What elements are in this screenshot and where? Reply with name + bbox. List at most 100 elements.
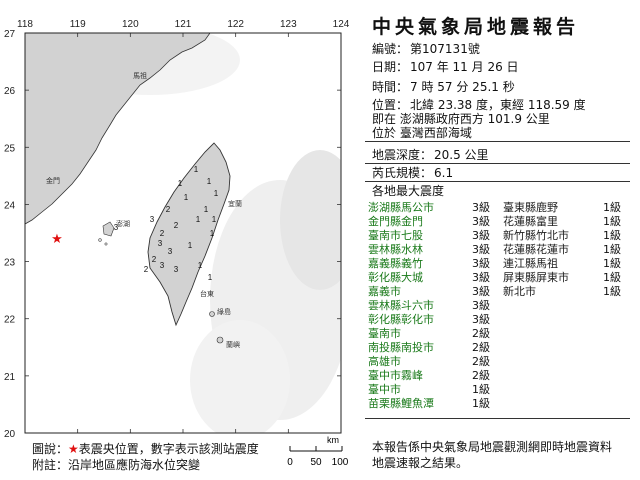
station-name: 臺中市 (368, 383, 401, 396)
time-label: 時間： (372, 80, 409, 94)
legend-star-icon: ★ (68, 442, 79, 456)
station-level: 3級 (472, 229, 490, 242)
number-value: 第107131號 (410, 42, 480, 56)
legend-line-2: 附註：沿岸地區應防海水位突變 (32, 456, 200, 473)
orchid-island (216, 336, 224, 344)
place-label: 馬祖 (133, 71, 147, 80)
scale-bar: km 0 50 100 (287, 435, 349, 468)
station-level-marker: 1 (210, 229, 215, 238)
station-level: 1級 (603, 243, 621, 256)
place-label: 綠島 (217, 307, 231, 316)
scale-unit: km (327, 435, 339, 445)
lat-tick-label: 22 (4, 315, 16, 326)
table-row: 臺中市霧峰 2級 (368, 369, 490, 383)
ocean-relief (280, 150, 341, 290)
station-level: 3級 (472, 285, 490, 298)
station-level-marker: 1 (204, 205, 209, 214)
divider (365, 163, 630, 164)
station-level: 1級 (603, 229, 621, 242)
table-row: 金門縣金門 3級 (368, 215, 490, 229)
table-row: 嘉義縣義竹 3級 (368, 257, 490, 271)
station-level: 1級 (603, 257, 621, 270)
station-level: 2級 (472, 341, 490, 354)
station-name: 雲林縣水林 (368, 243, 423, 256)
earthquake-map: 118 119 120 121 122 123 1242726252423222120 11… (4, 19, 350, 468)
station-level-marker: 3 (174, 265, 179, 274)
station-name: 連江縣馬祖 (503, 257, 558, 270)
table-row: 新竹縣竹北市 1級 (503, 229, 621, 243)
station-level-marker: 1 (207, 177, 212, 186)
lon-tick-label: 119 (70, 19, 86, 30)
ocean-relief (190, 320, 290, 433)
magnitude-label: 芮氏規模： (372, 166, 433, 180)
legend-note: 附註：沿岸地區應防海水位突變 (32, 458, 201, 472)
station-level-marker: 1 (208, 273, 213, 282)
green-island (209, 311, 215, 317)
station-level-marker: 3 (168, 247, 173, 256)
station-level: 1級 (603, 201, 621, 214)
table-row: 彰化縣彰化市 3級 (368, 313, 490, 327)
lon-tick-label: 120 (122, 19, 139, 30)
lat-tick-label: 25 (4, 143, 16, 154)
lon-tick-label: 122 (227, 19, 244, 30)
table-row: 臺南市七股 3級 (368, 229, 490, 243)
station-level: 3級 (472, 215, 490, 228)
station-level: 3級 (472, 299, 490, 312)
station-name: 屏東縣屏東市 (503, 271, 569, 284)
station-level-marker: 3 (158, 239, 163, 248)
station-name: 彰化縣彰化市 (368, 313, 434, 326)
date-label: 日期： (372, 60, 409, 74)
legend-text: 表震央位置，數字表示該測站震度 (78, 442, 259, 456)
station-name: 雲林縣斗六市 (368, 299, 434, 312)
station-level-marker: 1 (188, 241, 193, 250)
right-station-list: 臺東縣鹿野 1級 花蓮縣富里 1級 新竹縣竹北市 1級 花蓮縣花蓮市 1級 連江縣馬祖 1… (503, 201, 621, 299)
station-level-marker: 1 (214, 189, 219, 198)
scale-tick-label: 0 (287, 457, 293, 468)
table-row: 彰化縣大城 3級 (368, 271, 490, 285)
station-name: 臺南市七股 (368, 229, 423, 242)
report-time: 時間： 7 時 57 分 25.1 秒 (372, 80, 515, 94)
station-level-marker: 1 (194, 165, 199, 174)
position-label: 位置： (372, 98, 409, 112)
table-row: 花蓮縣富里 1級 (503, 215, 621, 229)
station-name: 花蓮縣富里 (503, 215, 558, 228)
station-name: 花蓮縣花蓮市 (503, 243, 569, 256)
station-level: 3級 (472, 201, 490, 214)
time-value: 7 時 57 分 25.1 秒 (410, 80, 515, 94)
station-level-marker: 1 (212, 215, 217, 224)
lat-tick-label: 27 (4, 29, 16, 40)
station-name: 高雄市 (368, 355, 401, 368)
epicenter-star-icon: ★ (51, 232, 63, 247)
lon-tick-label: 118 (17, 19, 33, 30)
station-level: 1級 (472, 383, 490, 396)
station-name: 新竹縣竹北市 (503, 229, 569, 242)
station-level-marker: 2 (166, 205, 171, 214)
table-row: 高雄市 2級 (368, 355, 490, 369)
lat-tick-label: 23 (4, 258, 16, 269)
station-level: 2級 (472, 327, 490, 340)
report-date: 日期： 107 年 11 月 26 日 (372, 60, 519, 74)
station-level-marker: 1 (196, 215, 201, 224)
table-row: 臺東縣鹿野 1級 (503, 201, 621, 215)
table-row: 花蓮縣花蓮市 1級 (503, 243, 621, 257)
divider (365, 141, 630, 142)
station-level: 3級 (472, 257, 490, 270)
table-row: 嘉義市 3級 (368, 285, 490, 299)
report-note-2: 地震速報之結果。 (372, 456, 469, 470)
table-row: 南投縣南投市 2級 (368, 341, 490, 355)
table-row: 連江縣馬祖 1級 (503, 257, 621, 271)
table-row: 臺中市 1級 (368, 383, 490, 397)
scale-tick-label: 50 (310, 457, 322, 468)
station-name: 金門縣金門 (368, 215, 423, 228)
station-name: 嘉義市 (368, 285, 401, 298)
lat-tick-label: 20 (4, 429, 16, 440)
station-level-marker: 1 (184, 193, 189, 202)
station-name: 澎湖縣馬公市 (368, 201, 434, 214)
lon-tick-label: 121 (175, 19, 192, 30)
station-level-marker: 1 (178, 179, 183, 188)
station-level: 1級 (603, 285, 621, 298)
report-located: 即在 澎湖縣政府西方 101.9 公里 (372, 112, 550, 126)
report-position: 位置： 北緯 23.38 度，東經 118.59 度 (372, 98, 586, 112)
legend-line-1: 圖說：★表震央位置，數字表示該測站震度 (32, 440, 259, 457)
lat-tick-label: 26 (4, 86, 16, 97)
